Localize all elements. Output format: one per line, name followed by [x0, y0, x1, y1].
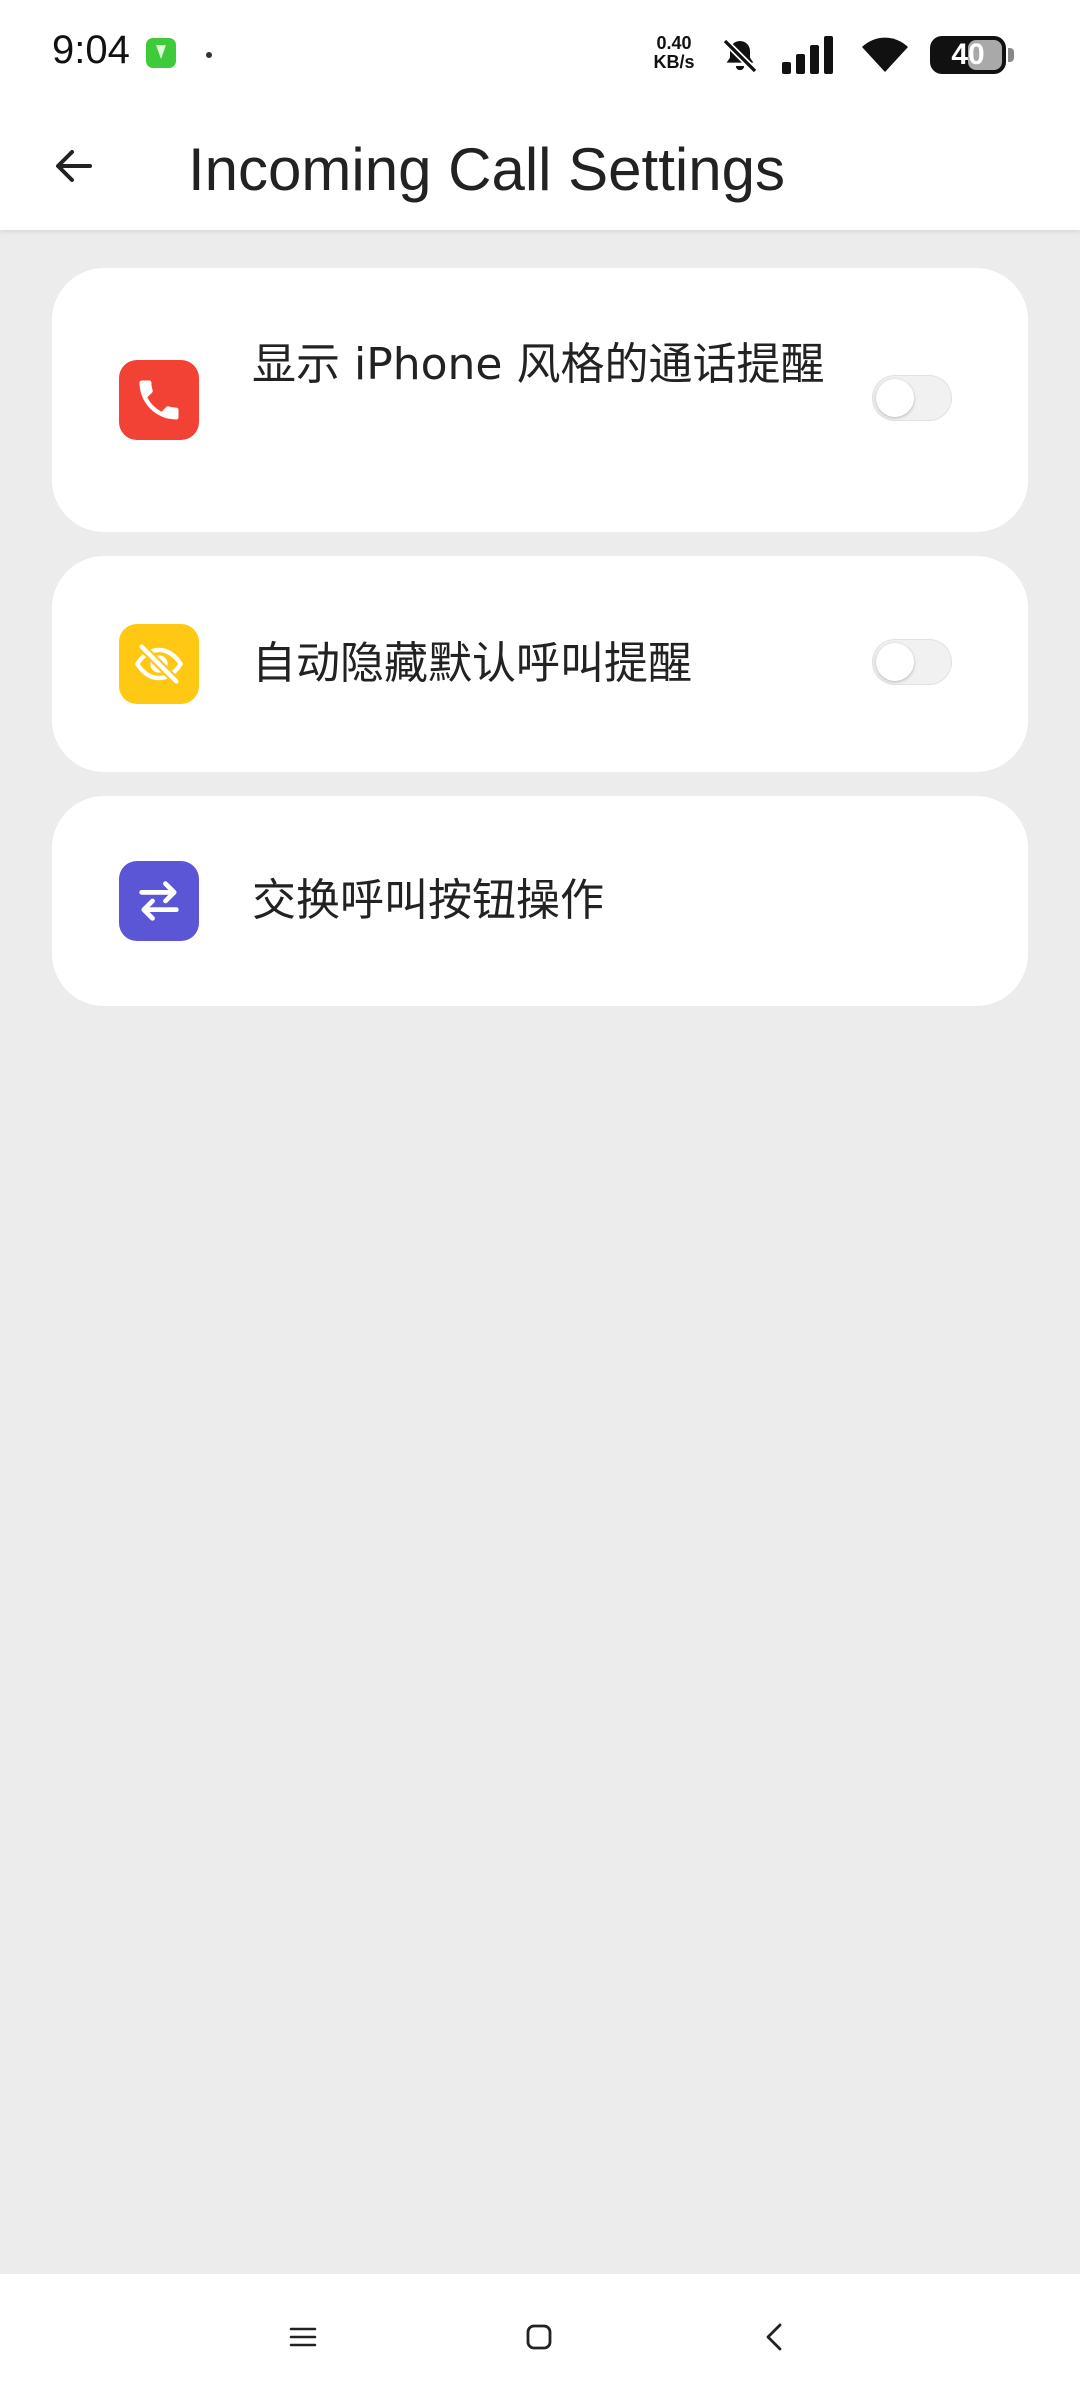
setting-iphone-style-call-alert[interactable]: 显示 iPhone 风格的通话提醒	[52, 268, 1028, 532]
network-speed-unit: KB/s	[653, 52, 695, 72]
bell-off-icon	[722, 38, 758, 74]
signal-icon	[782, 36, 833, 74]
network-speed-value: 0.40	[656, 33, 692, 53]
back-chevron-icon	[766, 2323, 782, 2351]
phone-tile	[119, 360, 199, 440]
setting-label: 交换呼叫按钮操作	[252, 875, 604, 926]
arrow-left-icon	[56, 150, 92, 182]
recent-apps-button[interactable]	[270, 2304, 336, 2370]
setting-swap-call-buttons[interactable]: 交换呼叫按钮操作	[52, 796, 1028, 1006]
battery-icon: 40	[930, 36, 1006, 74]
page-title: Incoming Call Settings	[188, 136, 785, 203]
swap-tile	[119, 861, 199, 941]
phone-icon	[139, 380, 179, 420]
system-navigation-bar	[0, 2274, 1080, 2400]
status-bar: 9:04 0.40 KB/s 40	[0, 0, 1080, 110]
auto-hide-alert-toggle[interactable]	[872, 639, 952, 685]
app-notification-icon	[146, 38, 176, 68]
swap-arrows-icon	[139, 881, 179, 921]
dot-icon	[206, 52, 212, 58]
eye-off-tile	[119, 624, 199, 704]
setting-label: 自动隐藏默认呼叫提醒	[252, 638, 692, 689]
setting-auto-hide-default-alert[interactable]: 自动隐藏默认呼叫提醒	[52, 556, 1028, 772]
eye-off-icon	[135, 643, 183, 685]
status-time: 9:04	[52, 28, 130, 72]
battery-tip	[1008, 48, 1014, 62]
network-speed: 0.40 KB/s	[646, 34, 702, 72]
back-button[interactable]	[34, 126, 114, 206]
home-button[interactable]	[506, 2304, 572, 2370]
battery-level: 40	[951, 38, 985, 71]
home-square-icon	[526, 2324, 552, 2350]
menu-icon	[289, 2327, 317, 2347]
iphone-style-alert-toggle[interactable]	[872, 375, 952, 421]
system-back-button[interactable]	[742, 2304, 808, 2370]
wifi-icon	[862, 37, 908, 72]
setting-label: 显示 iPhone 风格的通话提醒	[252, 339, 825, 390]
app-bar: Incoming Call Settings	[0, 110, 1080, 230]
